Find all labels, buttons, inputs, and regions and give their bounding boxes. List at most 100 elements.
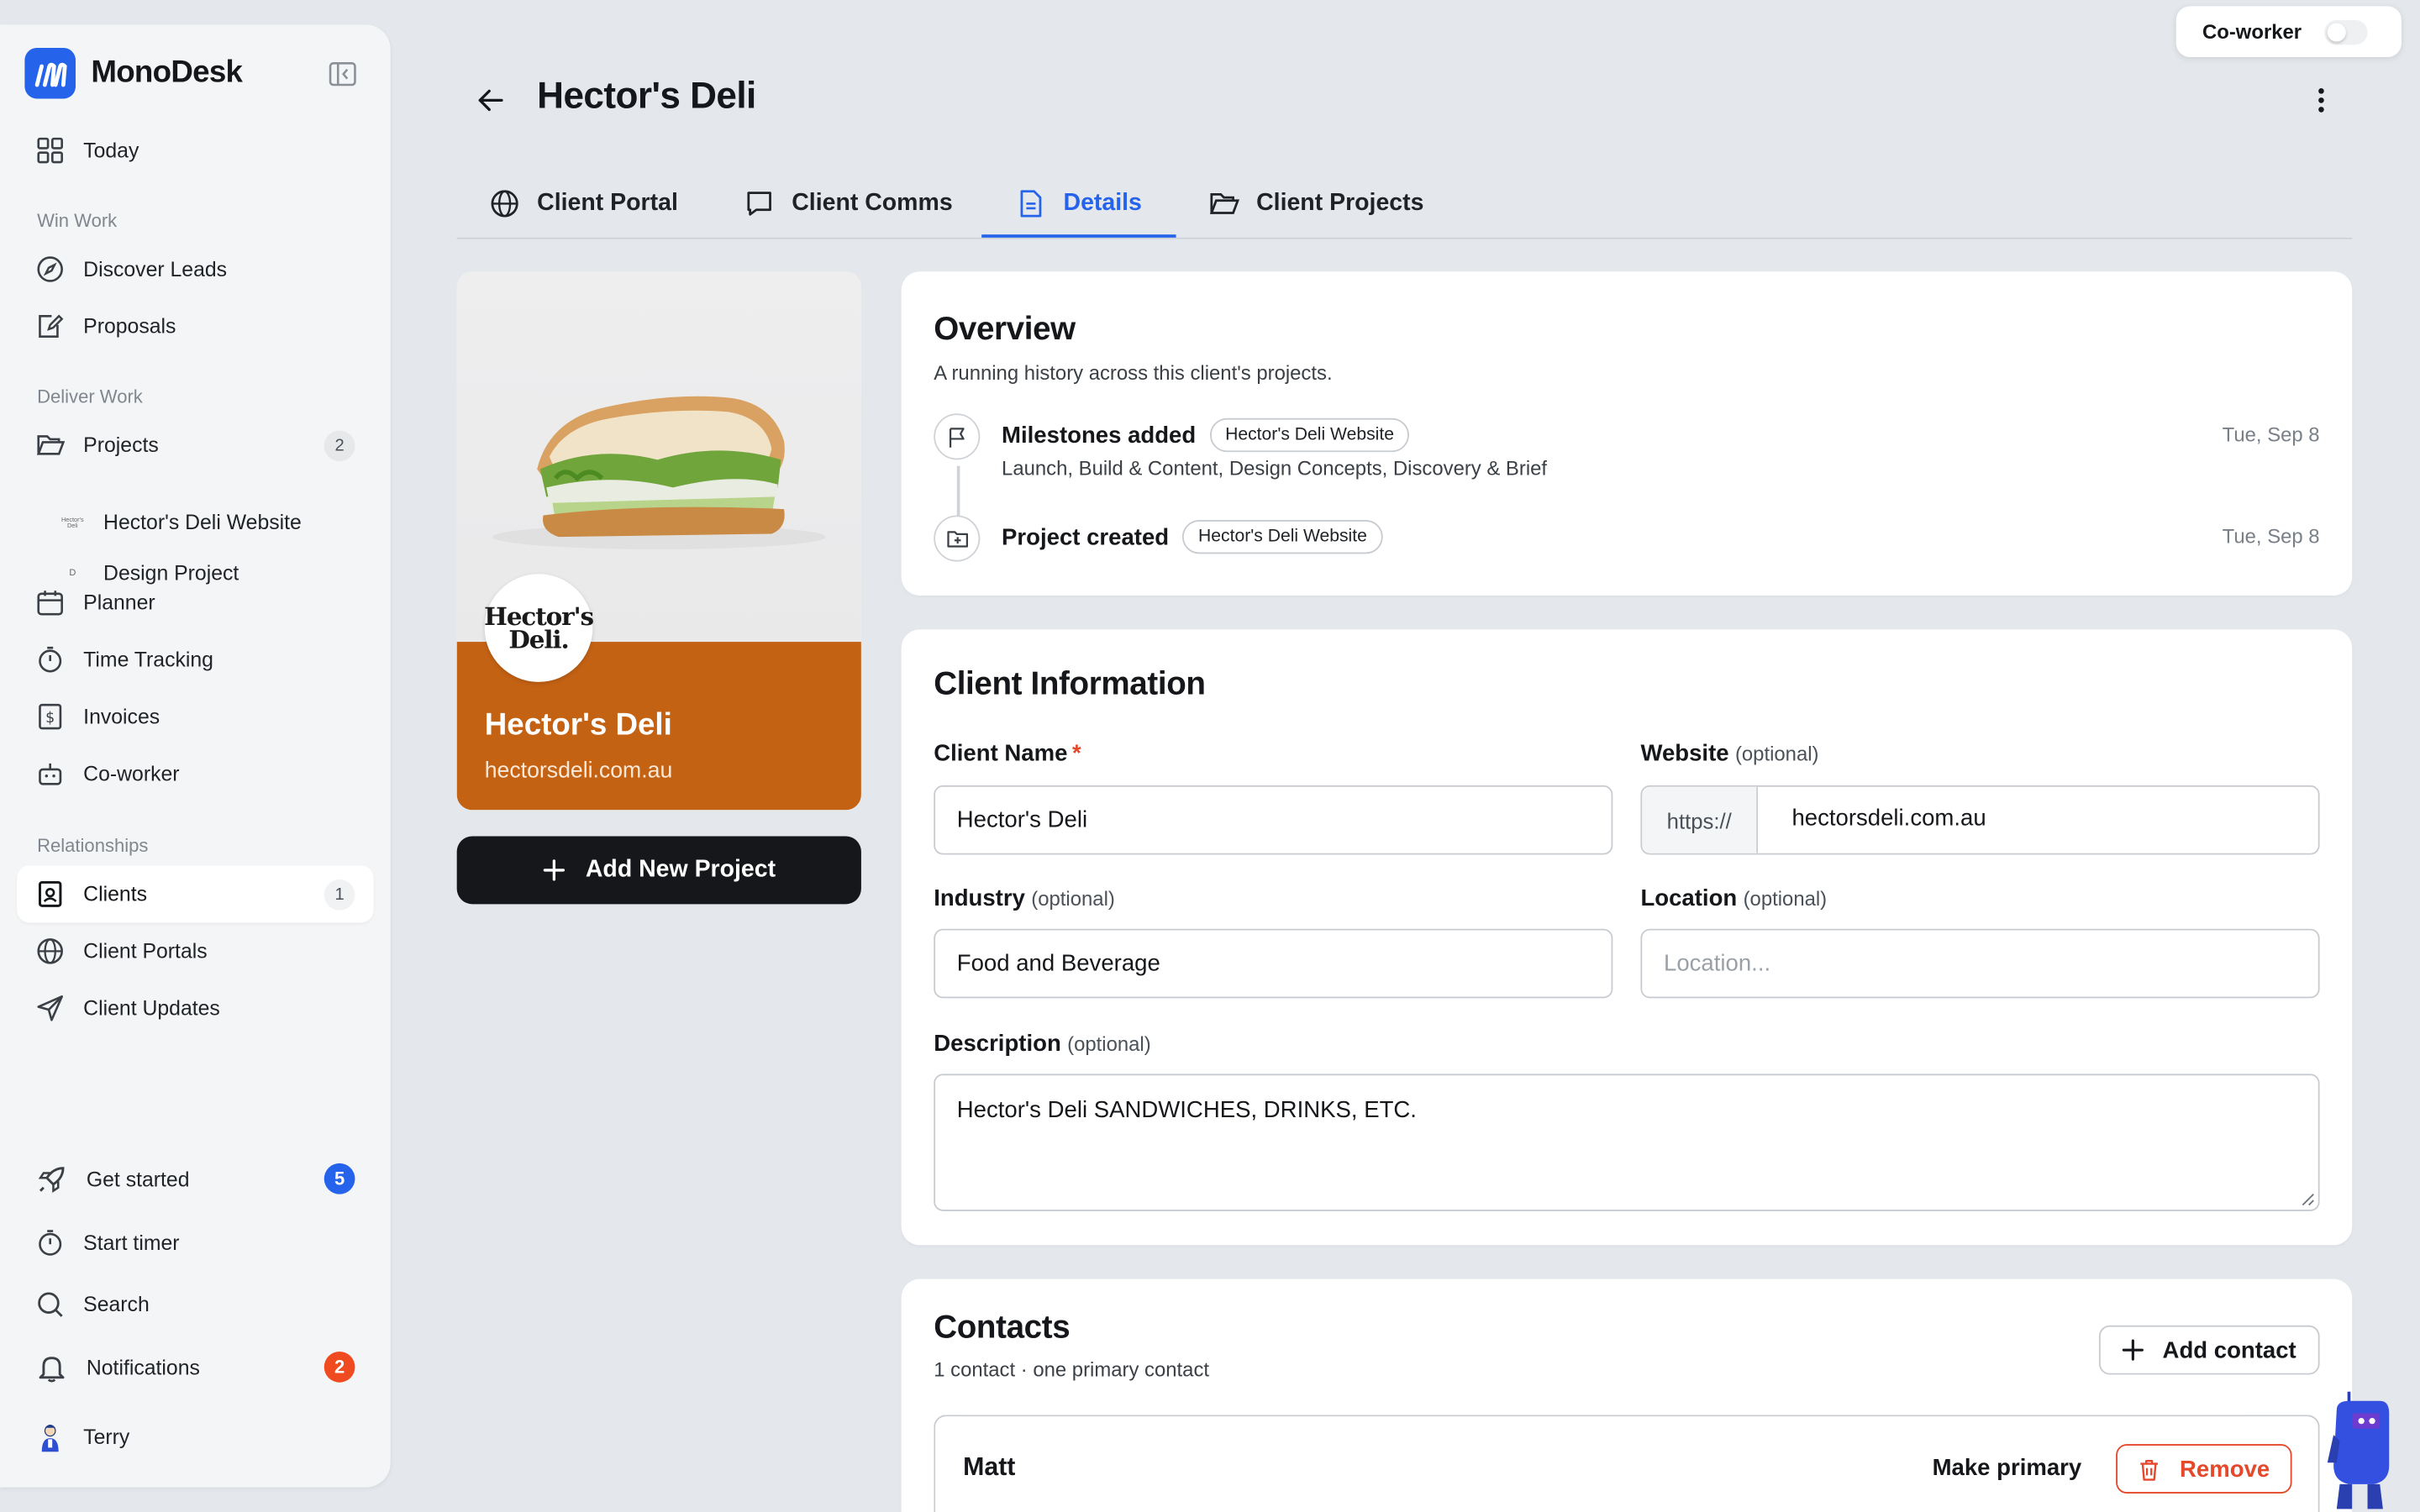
client-information-panel: Client Information Client Name * Hector's…: [901, 629, 2353, 1246]
sidebar-item-hectors-deli-website[interactable]: Hector's Deli Hector's Deli Website: [17, 496, 373, 548]
add-contact-button[interactable]: Add contact: [2098, 1325, 2320, 1375]
collapse-sidebar-icon[interactable]: [329, 61, 356, 87]
calendar-icon: [37, 591, 63, 616]
optional-hint: (optional): [1031, 887, 1115, 911]
section-label-win-work: Win Work: [37, 209, 118, 232]
folder-open-icon: [1209, 193, 1239, 214]
client-name-input[interactable]: Hector's Deli: [934, 785, 1613, 855]
add-new-project-button[interactable]: Add New Project: [456, 836, 861, 905]
logo-line: Deli.: [508, 624, 569, 654]
coworker-toggle[interactable]: Co-worker: [2175, 6, 2402, 57]
sidebar-item-label: Clients: [83, 882, 147, 906]
timeline-event-date: Tue, Sep 8: [2222, 524, 2320, 549]
sidebar-item-label: Proposals: [83, 314, 176, 339]
remove-contact-button[interactable]: Remove: [2116, 1444, 2292, 1494]
globe-icon: [37, 938, 63, 964]
website-label: Website (optional): [1640, 741, 1818, 767]
more-options-icon[interactable]: [2306, 83, 2337, 117]
label-text: Industry: [934, 885, 1025, 912]
contact-name: Matt: [963, 1453, 1016, 1482]
location-input[interactable]: Location...: [1640, 928, 2320, 999]
tab-label: Client Portal: [537, 189, 678, 217]
invoice-icon: $: [39, 703, 62, 730]
description-textarea[interactable]: Hector's Deli SANDWICHES, DRINKS, ETC.: [934, 1074, 2320, 1211]
sidebar-item-client-portals[interactable]: Client Portals: [17, 922, 373, 979]
active-tab-indicator: [981, 234, 1176, 238]
sidebar-item-proposals[interactable]: Proposals: [17, 297, 373, 354]
website-value: hectorsdeli.com.au: [1791, 805, 1986, 832]
sidebar-item-label: Co-worker: [83, 762, 180, 785]
industry-input[interactable]: Food and Beverage: [934, 928, 1613, 999]
send-icon: [37, 995, 63, 1021]
sidebar-item-label: Invoices: [83, 705, 160, 728]
label-text: Description: [934, 1030, 1061, 1058]
required-marker: *: [1071, 740, 1081, 767]
toggle-switch[interactable]: [2324, 19, 2368, 45]
tab-bar: Client Portal Client Comms Details Clien…: [456, 170, 2353, 239]
sidebar-item-time-tracking[interactable]: Time Tracking: [17, 631, 373, 688]
website-input[interactable]: https:// hectorsdeli.com.au: [1640, 785, 2320, 855]
description-label: Description (optional): [934, 1031, 1150, 1057]
sidebar-item-planner[interactable]: Planner: [17, 574, 373, 631]
message-icon: [747, 192, 771, 216]
sidebar: MonoDesk Today Win Work Discover Leads P…: [0, 24, 391, 1488]
notifications-badge: 2: [324, 1351, 355, 1383]
coworker-mascot-icon[interactable]: [2327, 1389, 2392, 1512]
sidebar-item-invoices[interactable]: $ Invoices: [17, 688, 373, 745]
project-chip[interactable]: Hector's Deli Website: [1209, 417, 1410, 453]
search-button[interactable]: Search: [17, 1276, 373, 1333]
back-arrow-icon[interactable]: [474, 83, 508, 117]
plus-icon: [544, 859, 566, 881]
optional-hint: (optional): [1743, 887, 1828, 911]
tab-client-comms[interactable]: Client Comms: [744, 170, 953, 238]
sidebar-item-label: Planner: [83, 591, 155, 615]
contact-card-icon: [38, 880, 62, 907]
sidebar-item-label: Discover Leads: [83, 257, 228, 281]
notifications-button[interactable]: Notifications 2: [17, 1339, 373, 1396]
client-card-url[interactable]: hectorsdeli.com.au: [485, 759, 673, 784]
compass-icon: [37, 256, 63, 282]
timeline-event-detail: Launch, Build & Content, Design Concepts…: [1002, 456, 1548, 480]
project-thumbnail: Hector's Deli: [60, 514, 84, 529]
brand-name: MonoDesk: [91, 55, 243, 90]
sidebar-item-client-updates[interactable]: Client Updates: [17, 979, 373, 1037]
label-text: Location: [1640, 885, 1738, 912]
start-timer-button[interactable]: Start timer: [17, 1215, 373, 1272]
search-icon: [38, 1292, 63, 1317]
sidebar-item-label: Search: [83, 1293, 150, 1316]
user-name: Terry: [83, 1425, 130, 1449]
overview-title: Overview: [934, 312, 1076, 348]
folder-open-icon: [36, 435, 66, 455]
section-label-relationships: Relationships: [37, 834, 149, 857]
resize-handle-icon[interactable]: [2302, 1193, 2316, 1207]
url-prefix: https://: [1642, 786, 1759, 853]
sidebar-item-co-worker[interactable]: Co-worker: [17, 745, 373, 802]
make-primary-button[interactable]: Make primary: [1933, 1455, 2082, 1481]
globe-icon: [491, 190, 518, 218]
sidebar-item-label: Time Tracking: [83, 648, 213, 671]
sidebar-item-label: Client Portals: [83, 939, 208, 963]
sidebar-item-discover-leads[interactable]: Discover Leads: [17, 241, 373, 298]
sidebar-item-today[interactable]: Today: [17, 122, 373, 179]
tab-details[interactable]: Details: [1016, 170, 1142, 238]
project-chip[interactable]: Hector's Deli Website: [1182, 519, 1383, 554]
folder-plus-icon: [934, 515, 981, 562]
contacts-summary: 1 contact · one primary contact: [934, 1357, 1210, 1381]
client-name-label: Client Name *: [934, 741, 1081, 767]
button-label: Add contact: [2162, 1336, 2296, 1363]
contacts-title: Contacts: [934, 1310, 1071, 1346]
client-information-title: Client Information: [934, 666, 1206, 702]
user-profile[interactable]: Terry: [17, 1409, 373, 1466]
tab-client-projects[interactable]: Client Projects: [1208, 170, 1423, 238]
brand[interactable]: MonoDesk: [24, 47, 243, 99]
sidebar-item-clients[interactable]: Clients 1: [17, 865, 374, 923]
trash-icon: [2140, 1459, 2159, 1480]
sidebar-item-projects[interactable]: Projects 2: [17, 417, 373, 474]
sidebar-item-label: Start timer: [83, 1231, 180, 1255]
projects-count-badge: 2: [324, 430, 355, 462]
monodesk-logo-icon: [24, 47, 76, 99]
grid-icon: [37, 137, 63, 164]
sidebar-item-label: Notifications: [86, 1356, 200, 1380]
tab-client-portal[interactable]: Client Portal: [489, 170, 678, 238]
get-started-button[interactable]: Get started 5: [17, 1151, 373, 1208]
